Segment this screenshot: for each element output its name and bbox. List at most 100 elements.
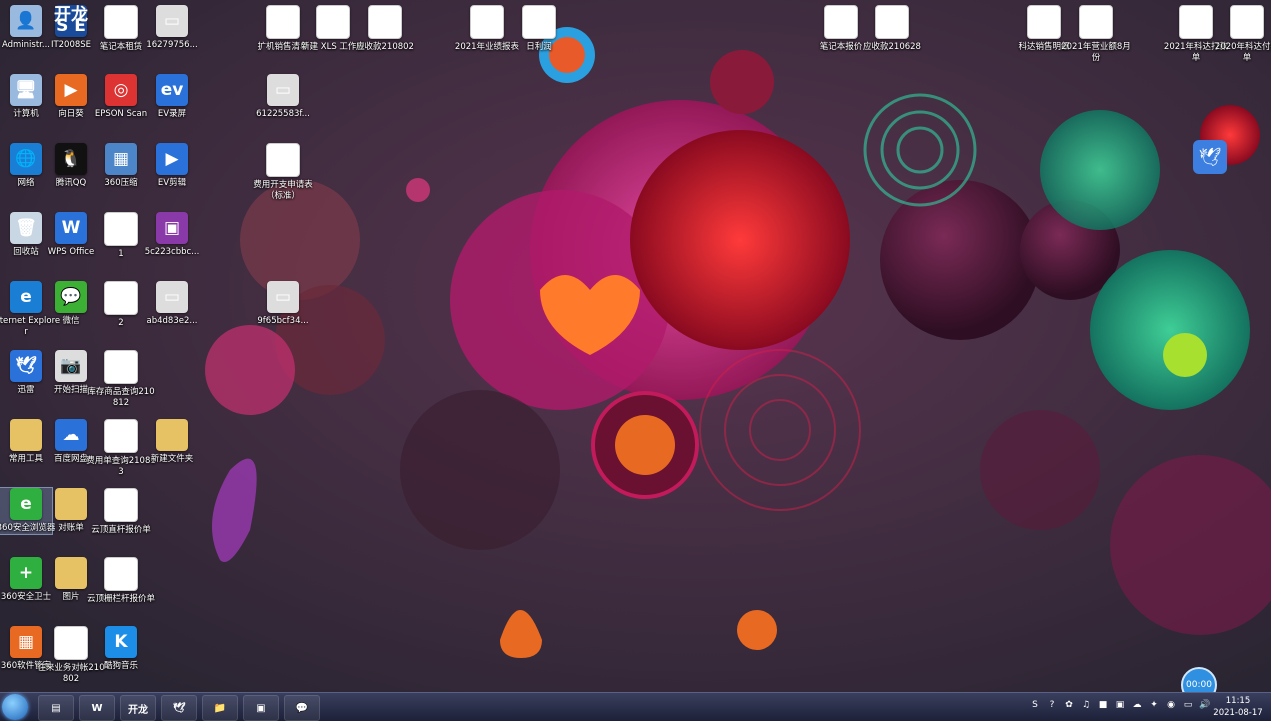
desktop-icon-glyph: + [10, 557, 42, 589]
desktop-icon-glyph: S [470, 5, 504, 39]
desktop-icon[interactable]: S 2021年营业额8月份 [1061, 5, 1131, 64]
desktop-icon-glyph: W [55, 212, 87, 244]
desktop-icon-glyph: ▦ [105, 143, 137, 175]
desktop-icon-glyph: S [368, 5, 402, 39]
desktop-icon-glyph: K [105, 626, 137, 658]
desktop-icon[interactable]: S 往来业务对帐210802 [37, 626, 105, 685]
taskbar-app-wechat[interactable]: 💬 [284, 695, 320, 721]
taskbar-app-it2008se[interactable]: 开龙 [120, 695, 156, 721]
desktop-icon[interactable]: ▭ 9f65bcf34... [257, 281, 309, 327]
desktop-icon-label: 应收款210628 [863, 42, 921, 52]
desktop-icon-glyph: 💬 [55, 281, 87, 313]
desktop-icon-glyph: S [875, 5, 909, 39]
desktop-icon-glyph [55, 557, 87, 589]
desktop-icon-glyph: 🌐 [10, 143, 42, 175]
desktop-icon-glyph: ▦ [10, 626, 42, 658]
desktop-icon-label: 费用开支申请表（标准） [253, 180, 313, 201]
desktop-icon[interactable]: S 2020年科达付款单 [1215, 5, 1271, 64]
desktop-icon[interactable]: ev EV录屏 [146, 74, 198, 120]
desktop-icon[interactable]: S 费用开支申请表（标准） [253, 143, 313, 202]
taskbar-app-remote[interactable]: ▣ [243, 695, 279, 721]
clock[interactable]: 11:15 2021-08-17 [1213, 695, 1263, 719]
tray-icon[interactable]: ? [1046, 699, 1058, 711]
desktop-icon[interactable]: S 费用单查询210813 [86, 419, 156, 478]
desktop-icon-glyph: S [522, 5, 556, 39]
desktop-icon-label: EV剪辑 [157, 178, 187, 188]
taskbar-app-wps[interactable]: W [79, 695, 115, 721]
desktop-icon-glyph: S [824, 5, 858, 39]
desktop-icon-glyph: 🗑 [10, 212, 42, 244]
desktop-icon[interactable]: ▭ ab4d83e2... [146, 281, 198, 327]
desktop-icon[interactable]: ▶ EV剪辑 [146, 143, 198, 189]
desktop-icon[interactable]: S 云顶直杆报价单 [91, 488, 151, 536]
desktop-icon-glyph: 📷 [55, 350, 87, 382]
tray-icon[interactable]: ✿ [1063, 699, 1075, 711]
desktop-icon-glyph [10, 419, 42, 451]
clock-date: 2021-08-17 [1213, 708, 1263, 718]
tray-icon[interactable]: ■ [1097, 699, 1109, 711]
desktop-icon-glyph: ev [156, 74, 188, 106]
desktop-icon-glyph: 👤 [10, 5, 42, 37]
desktop-icon-glyph: S [1027, 5, 1061, 39]
desktop-icon-label: 日利润 [526, 42, 552, 52]
desktop-icon[interactable]: ▭ 16279756... [146, 5, 198, 51]
desktop-icon-glyph: S [1079, 5, 1113, 39]
tray-icon[interactable]: ✦ [1148, 699, 1160, 711]
desktop-icon-glyph: e [10, 281, 42, 313]
desktop-icon[interactable]: ▣ 5c223cbbc... [145, 212, 199, 258]
desktop-icon-glyph: ▭ [267, 281, 299, 313]
tray-icon[interactable]: 🔊 [1199, 699, 1211, 711]
desktop-icon-glyph: ▭ [267, 74, 299, 106]
xunlei-floating-icon[interactable]: 🕊 [1193, 140, 1227, 174]
desktop-icon-glyph [55, 488, 87, 520]
desktop-icon-glyph: 🕊 [10, 350, 42, 382]
desktop-icon-glyph: e [10, 488, 42, 520]
desktop-icon-label: 9f65bcf34... [257, 316, 309, 326]
desktop-icon[interactable]: S 库存商品查询210812 [87, 350, 155, 409]
system-tray: S? ✿ ♫ ■ ▣ ☁ ✦ ◉ ▭ 🔊 [1029, 699, 1211, 711]
taskbar-app-file-manager[interactable]: ▤ [38, 695, 74, 721]
desktop-icon-label: EV录屏 [157, 109, 187, 119]
desktop-icon-glyph: ◎ [105, 74, 137, 106]
desktop-icon-glyph: S [104, 212, 138, 246]
desktop-icon[interactable]: ▭ 61225583f... [256, 74, 310, 120]
start-button[interactable] [2, 694, 28, 720]
desktop-icon-label: 61225583f... [256, 109, 310, 119]
desktop-icon-label: 酷狗音乐 [103, 661, 138, 671]
desktop-icon-label: 新建文件夹 [150, 454, 194, 464]
desktop-icon-glyph: S [1230, 5, 1264, 39]
desktop-icon-glyph: ▣ [156, 212, 188, 244]
desktop-icon-glyph: S [104, 557, 138, 591]
desktop-icon-label: 2021年营业额8月份 [1061, 42, 1131, 63]
desktop-icon-glyph: S [104, 419, 138, 453]
desktop-icon[interactable]: K 酷狗音乐 [95, 626, 147, 672]
desktop-icon-glyph: 🖥 [10, 74, 42, 106]
taskbar-app-xunlei[interactable]: 🕊 [161, 695, 197, 721]
desktop-icon-glyph: W [104, 5, 138, 39]
tray-icon[interactable]: ☁ [1131, 699, 1143, 711]
desktop-icon-label: 应收款210802 [356, 42, 414, 52]
desktop-icon-glyph: S [1179, 5, 1213, 39]
desktop-icon-label: 库存商品查询210812 [87, 387, 155, 408]
desktop-icon-glyph: ☁ [55, 419, 87, 451]
tray-icon[interactable]: ▣ [1114, 699, 1126, 711]
taskbar-app-explorer[interactable]: 📁 [202, 695, 238, 721]
desktop-icon[interactable]: 新建文件夹 [146, 419, 198, 465]
tray-icon[interactable]: S [1029, 699, 1041, 711]
desktop-icon-glyph: S [104, 488, 138, 522]
desktop-icon[interactable]: S 应收款210628 [863, 5, 921, 53]
desktop-icon-glyph: S [266, 143, 300, 177]
desktop-icon-label: 云顶栅栏杆报价单 [86, 594, 155, 604]
tray-icon[interactable]: ▭ [1182, 699, 1194, 711]
desktop-icon[interactable]: S 日利润 [513, 5, 565, 53]
desktop-icon-glyph [156, 419, 188, 451]
desktop-icon-glyph: ▶ [156, 143, 188, 175]
tray-icon[interactable]: ♫ [1080, 699, 1092, 711]
desktop-icon[interactable]: S 应收款210802 [356, 5, 414, 53]
tray-icon[interactable]: ◉ [1165, 699, 1177, 711]
desktop-icon-label: 16279756... [146, 40, 198, 50]
desktop-icon-glyph: ▶ [55, 74, 87, 106]
desktop-icon[interactable]: S 云顶栅栏杆报价单 [87, 557, 155, 605]
desktop-icon-glyph: ▭ [156, 5, 188, 37]
desktop-icon-glyph: S [104, 281, 138, 315]
